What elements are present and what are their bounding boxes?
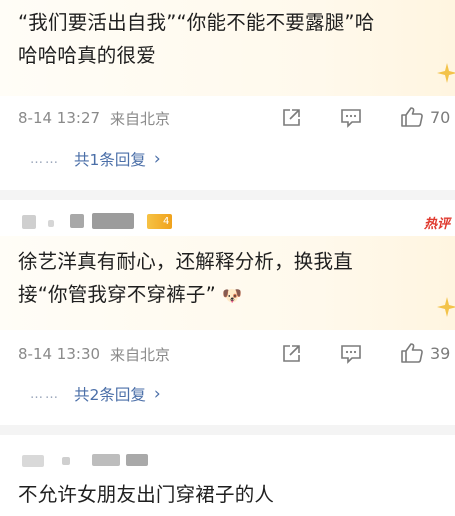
comment-1-meta: 8-14 13:27 来自北京	[18, 103, 455, 133]
like-button-1[interactable]: 70	[400, 106, 450, 128]
comment-2-user-row: 4 热评	[0, 200, 455, 236]
comment-2-line-1: 徐艺洋真有耐心，还解释分析，换我直	[18, 250, 353, 273]
share-icon	[283, 109, 300, 126]
reply-link-1[interactable]: …… 共1条回复 ›	[30, 148, 161, 170]
thumbs-up-icon	[401, 107, 423, 127]
comment-2-location: 来自北京	[110, 345, 171, 364]
section-divider-1	[0, 190, 455, 200]
hot-comment-tag: 热评	[424, 217, 451, 232]
username-blur	[48, 220, 54, 227]
comment-1-line-2: 哈哈哈真的很爱	[18, 44, 156, 67]
dog-emoji-icon: 🐶	[222, 286, 243, 305]
like-count-2: 39	[430, 343, 451, 363]
like-button-2[interactable]: 39	[400, 342, 450, 364]
comment-1-line-1: “我们要活出自我”“你能不能不要露腿”哈	[18, 11, 375, 34]
comment-2-time: 8-14 13:30	[18, 345, 101, 363]
chevron-right-icon: ›	[153, 149, 161, 169]
comment-1-time: 8-14 13:27	[18, 109, 101, 127]
share-button-1[interactable]	[281, 107, 302, 128]
like-count-1: 70	[430, 107, 451, 127]
section-divider-2	[0, 425, 455, 435]
username-blur	[22, 215, 36, 229]
share-icon	[283, 345, 300, 362]
level-number: 4	[163, 216, 170, 227]
reply-count-1: 共1条回复	[74, 151, 146, 169]
comment-1-location: 来自北京	[110, 109, 171, 128]
comment-2-line-2: 接“你管我穿不穿裤子” 🐶	[18, 278, 433, 312]
username-blur	[70, 214, 84, 228]
comment-3-text: 不允许女朋友出门穿裙子的人	[18, 478, 433, 511]
comment-1-text: “我们要活出自我”“你能不能不要露腿”哈 哈哈哈真的很爱	[18, 6, 433, 72]
username-blur	[22, 455, 44, 467]
comment-2-text: 徐艺洋真有耐心，还解释分析，换我直 接“你管我穿不穿裤子” 🐶	[18, 245, 433, 312]
thumbs-up-icon	[401, 343, 423, 363]
username-blur	[92, 454, 120, 466]
reply-dots: ……	[30, 151, 60, 167]
reply-link-2[interactable]: …… 共2条回复 ›	[30, 383, 161, 405]
sparkle-icon	[437, 297, 455, 317]
sparkle-icon	[437, 63, 455, 83]
reply-dots: ……	[30, 386, 60, 402]
comment-2-line-2-text: 接“你管我穿不穿裤子”	[18, 283, 216, 306]
comment-button-1[interactable]	[340, 107, 362, 128]
username-blur	[62, 457, 70, 465]
comment-3-line-1: 不允许女朋友出门穿裙子的人	[18, 483, 275, 506]
reply-count-2: 共2条回复	[74, 386, 146, 404]
username-blur	[126, 454, 148, 466]
comment-icon	[341, 345, 361, 364]
share-button-2[interactable]	[281, 343, 302, 364]
comment-icon	[341, 109, 361, 128]
comment-2-meta: 8-14 13:30 来自北京	[18, 339, 455, 369]
username-blur	[92, 213, 134, 229]
comment-button-2[interactable]	[340, 343, 362, 364]
comment-3-user-row	[0, 435, 455, 471]
chevron-right-icon: ›	[153, 384, 161, 404]
level-badge: 4	[147, 214, 173, 229]
